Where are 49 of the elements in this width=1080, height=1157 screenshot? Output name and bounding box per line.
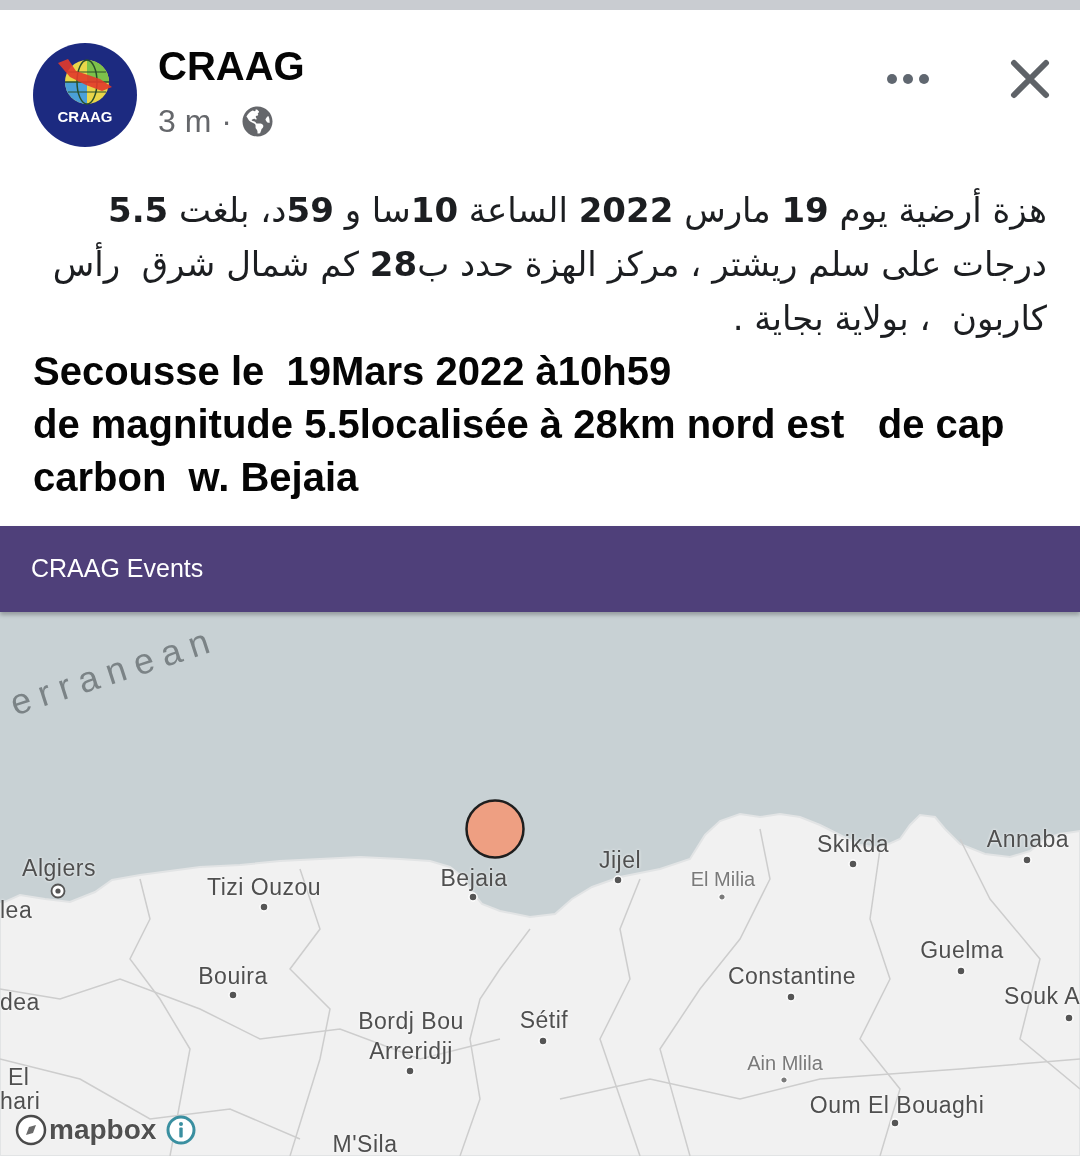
- info-button[interactable]: [166, 1115, 197, 1145]
- city-label: Oum El Bouaghi: [809, 1091, 985, 1119]
- city-label: Skikda: [817, 830, 889, 858]
- city-label: Tizi Ouzou: [206, 873, 322, 901]
- town-dot-icon: [718, 893, 726, 901]
- author-name[interactable]: CRAAG: [158, 43, 305, 89]
- city-dot-icon: [259, 902, 269, 912]
- town-dot-icon: [780, 1076, 788, 1084]
- city-label: Constantine: [727, 962, 857, 990]
- city-dot-icon: [1022, 855, 1032, 865]
- city-label: Annaba: [986, 825, 1070, 853]
- place-label: lea: [0, 896, 33, 924]
- info-icon: [166, 1115, 197, 1145]
- logo-text: CRAAG: [57, 109, 113, 125]
- city-label: Bejaia: [440, 864, 508, 892]
- circle-marker-icon: [465, 799, 525, 859]
- globe-logo-icon: [56, 57, 114, 107]
- city-label: Sétif: [519, 1006, 569, 1034]
- city-label: Souk A: [1004, 982, 1080, 1010]
- logo-wordmark[interactable]: mapbox: [49, 1114, 157, 1146]
- city-dot-icon: [538, 1036, 548, 1046]
- city-dot-icon: [956, 966, 966, 976]
- avatar[interactable]: CRAAG: [33, 43, 137, 147]
- place-label: dea: [0, 988, 40, 1016]
- city-label: Guelma: [920, 936, 1004, 964]
- city-label: Algiers: [22, 854, 96, 882]
- city-dot-icon: [613, 875, 623, 885]
- compass-logo-icon: [15, 1114, 47, 1146]
- globe-icon: [242, 105, 273, 137]
- city-label: Bordj Bou Arreridjj: [357, 1007, 465, 1066]
- more-icon: [887, 74, 929, 84]
- city-dot-icon: [890, 1118, 900, 1128]
- separator: ·: [221, 102, 232, 140]
- town-label: Ain Mlila: [747, 1051, 823, 1076]
- city-dot-icon: [848, 859, 858, 869]
- city-dot-icon: [405, 1066, 415, 1076]
- city-label: Bouira: [198, 962, 268, 990]
- city-dot-icon: [228, 990, 238, 1000]
- post-text-french: Secousse le 19Mars 2022 à10h59 de magnitude 5.5localisée à 28km nord est de cap carbon w. Bejaia: [33, 348, 1006, 501]
- town-label: El Milia: [690, 867, 756, 892]
- city-label: Jijel: [598, 846, 642, 874]
- city-dot-icon: [468, 892, 478, 902]
- card-title: CRAAG Events: [31, 553, 204, 585]
- city-dot-icon: [786, 992, 796, 1002]
- place-label: M'Sila: [332, 1130, 398, 1156]
- city-dot-icon: [1064, 1013, 1074, 1023]
- close-icon: [1010, 59, 1050, 99]
- post-time: 3 m: [158, 102, 212, 140]
- ringed-dot-icon: [50, 883, 66, 899]
